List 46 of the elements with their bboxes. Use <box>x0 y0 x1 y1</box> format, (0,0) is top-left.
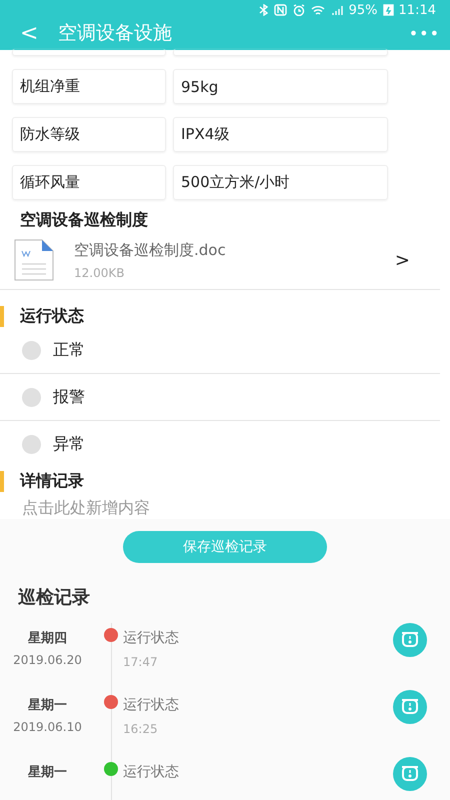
section-heading: 运行状态 <box>0 306 450 327</box>
section-heading: 巡检记录 <box>17 586 91 610</box>
record-time: 17:47 <box>123 655 159 669</box>
battery-percent: 95% <box>348 2 378 18</box>
nfc-icon <box>274 4 287 16</box>
details-input-field[interactable]: 点击此处新增内容 <box>0 492 450 519</box>
more-button[interactable]: ••• <box>408 24 440 42</box>
save-button[interactable]: 保存巡检记录 <box>123 531 327 563</box>
clock-time: 11:14 <box>398 2 436 18</box>
record-time: 16:25 <box>123 722 159 736</box>
page-title: 空调设备设施 <box>58 21 173 46</box>
radio-label: 报警 <box>53 386 85 408</box>
weekday: 星期一 <box>28 697 67 714</box>
back-button[interactable]: < <box>20 20 58 46</box>
camera-icon[interactable] <box>390 690 430 724</box>
word-document-icon <box>14 239 54 281</box>
chevron-icon: > <box>394 250 410 270</box>
file-name: 空调设备巡检制度.doc <box>74 240 227 260</box>
signal-icon <box>330 4 344 16</box>
file-size: 12.00KB <box>74 266 126 280</box>
spec-value: IPX4级 <box>173 117 388 152</box>
radio-label: 正常 <box>53 340 85 360</box>
battery-icon <box>382 4 394 16</box>
section-heading: 空调设备巡检制度 <box>19 210 149 231</box>
radio-button[interactable] <box>22 388 41 406</box>
weekday: 星期四 <box>28 630 67 647</box>
spec-label: 循环风量 <box>12 165 166 200</box>
radio-label: 异常 <box>53 434 85 454</box>
wifi-icon <box>310 4 325 16</box>
record-status: 运行状态 <box>123 696 180 714</box>
record-date: 2019.06.10 <box>13 720 82 734</box>
weekday: 星期一 <box>28 764 67 781</box>
section-heading: 详情记录 <box>0 471 450 492</box>
spec-label: 机组净重 <box>12 69 166 104</box>
record-status: 运行状态 <box>123 763 180 781</box>
camera-icon[interactable] <box>390 623 430 657</box>
spec-value: 95kg <box>173 69 388 104</box>
radio-button[interactable] <box>22 340 41 360</box>
radio-button[interactable] <box>22 434 41 454</box>
record-date: 2019.06.20 <box>13 653 82 667</box>
camera-icon[interactable] <box>390 757 430 791</box>
document-row[interactable]: 空调设备巡检制度.doc 12.00KB > <box>0 231 440 290</box>
record-status: 运行状态 <box>123 629 180 647</box>
alarm-icon <box>292 4 306 16</box>
spec-value: 500立方米/小时 <box>173 165 388 200</box>
spec-label: 防水等级 <box>12 117 166 152</box>
